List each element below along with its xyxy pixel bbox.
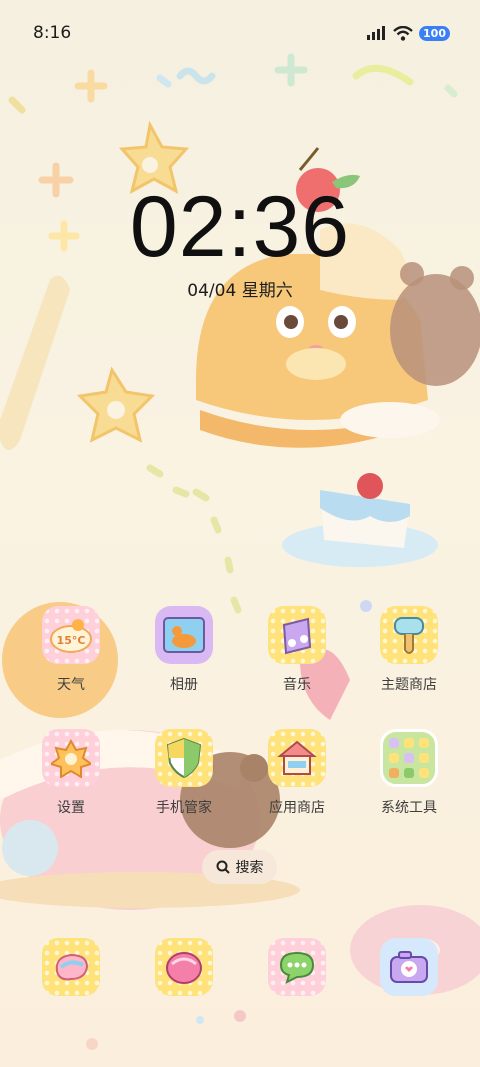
shield-icon — [166, 737, 202, 779]
signal-icon — [367, 26, 386, 40]
search-label: 搜索 — [235, 860, 264, 876]
phone-icon — [42, 938, 100, 996]
weather-temperature: 15°C — [56, 634, 86, 647]
wallpaper — [0, 0, 480, 1067]
app-gallery[interactable]: 相册 — [134, 606, 234, 694]
app-theme-store[interactable]: 主题商店 — [359, 606, 459, 694]
camera-icon — [380, 938, 438, 996]
settings-icon — [42, 729, 100, 787]
app-label: 天气 — [57, 677, 85, 693]
wifi-icon — [393, 25, 413, 41]
dock-contacts[interactable] — [134, 938, 234, 996]
app-settings[interactable]: 设置 — [21, 729, 121, 817]
app-weather[interactable]: 15°C 天气 — [21, 606, 121, 694]
contacts-icon — [155, 938, 213, 996]
status-bar: 8:16 100 — [0, 0, 480, 66]
shop-house-icon — [277, 740, 317, 775]
app-label: 手机管家 — [156, 800, 212, 816]
weather-icon: 15°C — [42, 606, 100, 664]
folder-system-tools[interactable]: 系统工具 — [359, 729, 459, 817]
system-tools-folder-icon — [380, 729, 438, 787]
music-note-icon — [282, 617, 312, 655]
search-icon — [216, 860, 230, 874]
folder-grid-icon — [389, 738, 429, 778]
chat-bubble-icon — [279, 951, 315, 984]
phone-handset-icon — [55, 953, 89, 981]
app-phone-manager[interactable]: 手机管家 — [134, 729, 234, 817]
flower-gear-icon — [51, 738, 91, 778]
app-music[interactable]: 音乐 — [247, 606, 347, 694]
app-label: 相册 — [170, 677, 198, 693]
app-label: 音乐 — [283, 677, 311, 693]
gallery-icon — [155, 606, 213, 664]
paint-roller-icon — [394, 617, 424, 654]
app-store-icon — [268, 729, 326, 787]
dock-camera[interactable] — [359, 938, 459, 996]
dock-phone[interactable] — [21, 938, 121, 996]
phone-manager-icon — [155, 729, 213, 787]
app-app-store[interactable]: 应用商店 — [247, 729, 347, 817]
app-label: 主题商店 — [381, 677, 437, 693]
dock-messages[interactable] — [247, 938, 347, 996]
theme-store-icon — [380, 606, 438, 664]
camera-body-icon — [390, 951, 428, 983]
clock-widget-date[interactable]: 04/04 星期六 — [0, 276, 480, 301]
wallpaper-illustration — [0, 53, 480, 1050]
contacts-heart-icon — [166, 952, 202, 984]
status-icons: 100 — [367, 25, 450, 41]
battery-indicator: 100 — [419, 25, 450, 41]
app-label: 系统工具 — [381, 800, 437, 816]
music-icon — [268, 606, 326, 664]
app-label: 应用商店 — [269, 800, 325, 816]
search-button[interactable]: 搜索 — [202, 850, 277, 884]
clock-widget-time[interactable]: 02:36 — [0, 178, 480, 277]
messages-icon — [268, 938, 326, 996]
photo-frame-icon — [163, 617, 205, 653]
app-label: 设置 — [57, 800, 85, 816]
status-time: 8:16 — [33, 23, 72, 43]
